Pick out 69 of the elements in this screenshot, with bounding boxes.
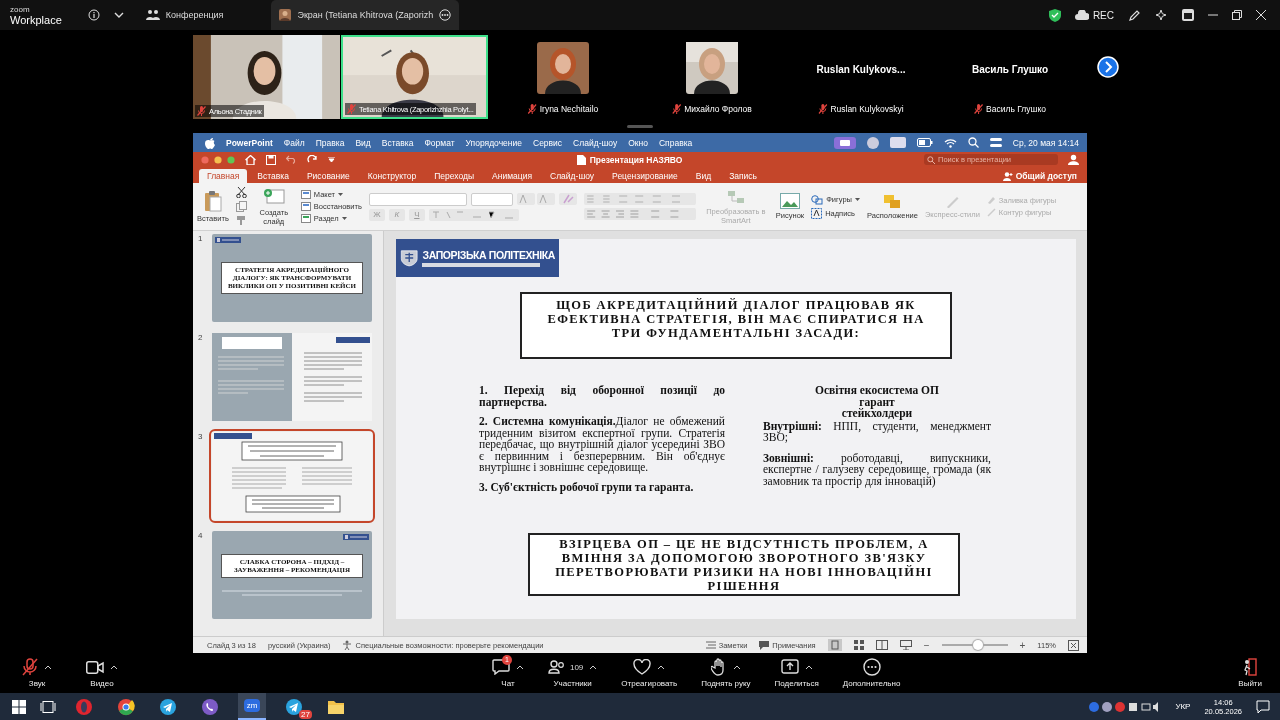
- toolbar-label[interactable]: Участники: [553, 679, 592, 688]
- ribbon-tab[interactable]: Рисование: [298, 169, 358, 183]
- participant-tile[interactable]: Михайло Фролов: [638, 35, 786, 119]
- menu-item[interactable]: Слайд-шоу: [573, 137, 618, 148]
- logo-text: ЗАПОРІЗЬКА ПОЛІТЕХНІКА: [422, 249, 555, 261]
- meeting-tab[interactable]: Конференция: [137, 0, 232, 30]
- menu-item[interactable]: Упорядочение: [465, 137, 522, 148]
- meeting-tab[interactable]: Экран (Tetiana Khitrova (Zaporizh: [271, 0, 460, 30]
- participant-count: 109: [569, 662, 584, 672]
- participant-name: Ruslan Kulykovs...: [816, 63, 906, 75]
- taskbar-app[interactable]: zm: [238, 693, 266, 720]
- slide-subheading: Освітня екосистема ОП: [815, 385, 939, 397]
- ribbon-tab[interactable]: Вставка: [249, 169, 297, 183]
- slide-heading: ЩОБ АКРЕДИТАЦІЙНИЙ ДІАЛОГ ПРАЦЮВАВ ЯК ЕФЕКТИВНА СТРАТЕГІЯ, ВІН МАЄ СПИРАТИСЯ НА ТРИ ФУНДАМЕНТАЛЬНІ ЗАСАДИ:: [520, 292, 952, 359]
- zoom-in-button[interactable]: +: [1019, 639, 1026, 651]
- menu-item[interactable]: Сервис: [533, 137, 563, 148]
- participant-name: Василь Глушко: [971, 63, 1048, 75]
- menu-item[interactable]: Вид: [355, 137, 371, 148]
- menu-item[interactable]: Правка: [315, 137, 345, 148]
- participant-tile[interactable]: Iryna Nechitailo: [489, 35, 637, 119]
- toolbar-label[interactable]: Дополнительно: [842, 679, 901, 688]
- ribbon-tab[interactable]: Переходы: [426, 169, 483, 183]
- slide-paragraph: Внутрішні: НПП, студенти, менеджмент ЗВО;: [763, 420, 991, 444]
- toolbar-label[interactable]: Выйти: [1238, 679, 1262, 688]
- participant-name: Iryna Nechitailo: [539, 104, 599, 114]
- ribbon-tab[interactable]: Рецензирование: [604, 169, 686, 183]
- toolbar-label[interactable]: Поднять руку: [701, 679, 751, 688]
- slide-number: 1: [198, 234, 204, 243]
- notification-badge: 27: [299, 710, 312, 719]
- slide-paragraph: 2. Системна комунікація.Діалог не обмежений триденним візитом експертної групи. Стратегія передбачає, що внутрішній діалог усередині ЗВО є первинним і безперервним. Він об'єднує внутрішнє і зовнішнє середовище.: [479, 416, 725, 474]
- toolbar-label[interactable]: Звук: [28, 679, 46, 688]
- slide-conclusion: ВЗІРЦЕВА ОП – ЦЕ НЕ ВІДСУТНІСТЬ ПРОБЛЕМ, А ВМІННЯ ЗА ДОПОМОГОЮ ЗВОРОТНОГО ЗВ'ЯЗКУ ПЕРЕТВОРЮВАТИ РИЗИКИ НА НОВІ ІННОВАЦІЙНІ РІШЕННЯ: [528, 533, 960, 596]
- menu-item[interactable]: Файл: [283, 137, 305, 148]
- slide-subheading: стейкхолдери: [841, 408, 913, 420]
- menu-clock: Ср, 20 мая 14:14: [1012, 137, 1079, 148]
- menu-item[interactable]: Окно: [628, 137, 648, 148]
- slide-number: 4: [198, 531, 204, 540]
- participant-name: Михайло Фролов: [684, 104, 752, 114]
- slide-subheading: гарант: [859, 396, 895, 408]
- toolbar-label[interactable]: Отреагировать: [621, 679, 678, 688]
- ribbon-tab[interactable]: Запись: [721, 169, 765, 183]
- slide-number: 2: [198, 333, 204, 342]
- ribbon-tab[interactable]: Вид: [687, 169, 720, 183]
- participant-tile[interactable]: Василь Глушко Василь Глушко: [936, 35, 1084, 119]
- participant-name: Ruslan Kulykovskyi: [830, 104, 904, 114]
- menu-item[interactable]: Справка: [658, 137, 693, 148]
- ribbon-tab[interactable]: Главная: [199, 169, 248, 183]
- toolbar-label[interactable]: Видео: [90, 679, 114, 688]
- slide-paragraph: 3. Суб'єктність робочої групи та гаранта.: [479, 481, 695, 493]
- document-title: Презентация НАЗЯВО: [589, 154, 683, 165]
- toolbar-label[interactable]: Чат: [501, 679, 515, 688]
- app-logo: zoom Workplace: [10, 5, 62, 25]
- ribbon-tab[interactable]: Конструктор: [359, 169, 425, 183]
- menu-item[interactable]: Вставка: [381, 137, 414, 148]
- share-button[interactable]: Общий доступ: [998, 171, 1081, 183]
- participant-name: Василь Глушко: [986, 104, 1046, 114]
- record-button[interactable]: REC: [1074, 9, 1114, 21]
- slide-number: 3: [198, 432, 204, 441]
- ribbon-tab[interactable]: Анимация: [484, 169, 540, 183]
- participant-tile[interactable]: Ruslan Kulykovs... Ruslan Kulykovskyi: [787, 35, 935, 119]
- zoom-out-button[interactable]: −: [923, 639, 930, 651]
- menu-item[interactable]: Формат: [424, 137, 455, 148]
- app-logo: zm: [243, 699, 261, 712]
- menu-item[interactable]: PowerPoint: [226, 137, 273, 148]
- slide-paragraph: 1. Перехід від оборонної позиції до партнерства.: [479, 385, 725, 408]
- language-indicator[interactable]: УКР: [1175, 702, 1191, 711]
- toolbar-label[interactable]: Поделиться: [774, 679, 819, 688]
- ribbon-tab[interactable]: Слайд-шоу: [542, 169, 603, 183]
- slide-paragraph: Зовнішні: роботодавці, випускники, експертне / галузеву середовище, громада (як замовник та простір для інновацій): [763, 452, 991, 487]
